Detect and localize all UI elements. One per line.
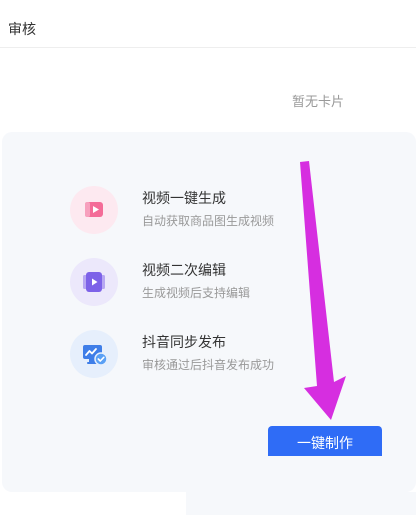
feature-item-douyin-publish: 抖音同步发布 审核通过后抖音发布成功 (70, 330, 370, 378)
feature-title: 抖音同步发布 (142, 334, 226, 350)
feature-desc: 自动获取商品图生成视频 (142, 214, 275, 228)
feature-desc: 审核通过后抖音发布成功 (142, 358, 275, 372)
feature-item-video-generate: 视频一键生成 自动获取商品图生成视频 (70, 186, 370, 234)
video-edit-icon (70, 258, 118, 306)
video-play-icon (70, 186, 118, 234)
page-title: 审核 (8, 21, 36, 37)
douyin-publish-icon (70, 330, 118, 378)
one-click-make-button[interactable]: 一键制作 (268, 426, 382, 460)
feature-title: 视频二次编辑 (142, 262, 226, 278)
feature-desc: 生成视频后支持编辑 (142, 286, 251, 300)
header-bar: 审核 (0, 0, 416, 48)
panel-bottom-edge (186, 492, 416, 515)
feature-title: 视频一键生成 (142, 190, 226, 206)
feature-item-video-edit: 视频二次编辑 生成视频后支持编辑 (70, 258, 370, 306)
button-clip-edge (260, 456, 390, 464)
empty-cards-text: 暂无卡片 (292, 94, 345, 109)
